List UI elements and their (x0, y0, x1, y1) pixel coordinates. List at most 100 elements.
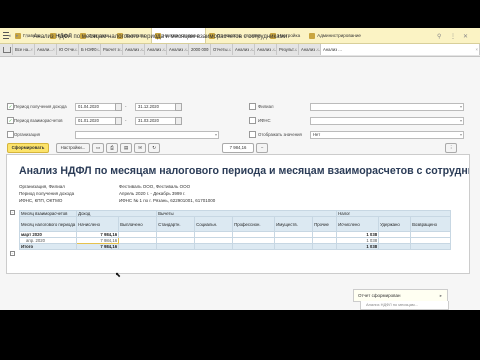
notification-subtext[interactable]: Анализ НДФЛ по месяцам... (360, 301, 449, 310)
window-tab[interactable]: Анализ ... × (123, 44, 145, 55)
branch-checkbox[interactable] (249, 103, 256, 110)
cell[interactable] (194, 243, 234, 250)
show-values-field[interactable]: Нет ▾ (310, 131, 464, 139)
range-dash: - (125, 118, 127, 123)
window-tab[interactable]: Анали... × (35, 44, 57, 55)
row-label: Итого (18, 243, 78, 250)
window-tab[interactable]: Анализ ... × (167, 44, 189, 55)
settlement-to-field[interactable]: 31.03.2020 (135, 117, 177, 125)
income-from-field[interactable]: 01.04.2020 (75, 103, 117, 111)
window-tab[interactable]: Все на... × (13, 44, 35, 55)
ifns-label: ИФНС (258, 118, 271, 123)
sum-minus-button[interactable]: − (256, 143, 268, 153)
column-header: Социальн. (194, 216, 234, 232)
income-to-field[interactable]: 31.12.2020 (135, 103, 177, 111)
window-tab[interactable]: Б НЭФ0... × (79, 44, 101, 55)
open-windows-bar: Все на... × Анали... × Ю Отче... × Б НЭФ0..… (0, 44, 480, 57)
column-header: Возвращено (410, 216, 452, 232)
total-row[interactable]: Итого 7 984,16 1 038 (18, 243, 452, 250)
cell[interactable] (312, 243, 338, 250)
meta-value: Фестиваль ООО, Фестиваль ООО (119, 184, 191, 189)
accrued-cell[interactable]: 7 984,16 (76, 243, 120, 250)
calendar-icon[interactable] (115, 103, 122, 111)
settings-button[interactable]: Настройки... (56, 143, 90, 153)
email-icon[interactable]: ✉ (134, 143, 146, 153)
calendar-icon[interactable] (175, 117, 182, 125)
computed-cell[interactable]: 1 038 (336, 243, 380, 250)
window-tab[interactable]: Анализ ... × (145, 44, 167, 55)
favorite-star-icon[interactable]: ☆ (24, 33, 29, 40)
window-tab[interactable]: Ю Отче... × (57, 44, 79, 55)
organization-checkbox[interactable] (7, 131, 14, 138)
generate-button[interactable]: Сформировать (7, 143, 49, 153)
paid-cell[interactable] (118, 243, 158, 250)
window-tab[interactable]: Результ... × (277, 44, 299, 55)
cell[interactable] (156, 243, 196, 250)
save-icon[interactable]: ▤ (120, 143, 132, 153)
show-values-label: Отображать значения (258, 132, 302, 137)
calendar-icon[interactable] (175, 103, 182, 111)
income-period-label: Период получения дохода (14, 104, 67, 109)
branch-field[interactable]: ▾ (310, 103, 464, 111)
notification-text: Отчет сформирован (358, 293, 401, 298)
more-actions-button[interactable]: ⋮ (445, 143, 457, 153)
window-tab[interactable]: 2000 000 × (189, 44, 211, 55)
window-tab[interactable]: Расчет з... × (101, 44, 123, 55)
window-tab[interactable]: Анализ ... × (299, 44, 321, 55)
meta-value: Апрель 2020 г. - Декабрь 3999 г. (119, 191, 186, 196)
income-period-checkbox[interactable]: ✓ (7, 103, 14, 110)
form-header: ◂ ▸ ☆ Анализ НДФЛ по месяцам налогового … (8, 33, 474, 41)
link-icon[interactable]: ⚲ (437, 33, 441, 40)
meta-label: Период получения дохода (19, 191, 75, 196)
settlement-from-field[interactable]: 01.01.2020 (75, 117, 117, 125)
collapse-icon[interactable]: − (10, 210, 15, 215)
column-header: Начислено (76, 216, 120, 232)
range-dash: - (125, 104, 127, 109)
organization-field[interactable]: ▾ (75, 131, 219, 139)
collapse-icon[interactable]: − (10, 251, 15, 256)
column-header: Профессион. (232, 216, 276, 232)
organization-label: Организация (14, 132, 40, 137)
report-table: Месяц взаиморасчетов Доход Вычеты Налог … (18, 210, 452, 250)
cell[interactable] (274, 243, 314, 250)
variant-button[interactable]: ▭ (92, 143, 104, 153)
settlement-period-checkbox[interactable]: ✓ (7, 117, 14, 124)
home-tab[interactable] (0, 44, 13, 55)
branch-label: Филиал (258, 104, 274, 109)
more-icon[interactable]: ⋮ (450, 33, 456, 40)
form-title: Анализ НДФЛ по месяцам налогового период… (33, 33, 288, 40)
cell[interactable] (378, 243, 412, 250)
chevron-right-icon: ▸ (439, 293, 442, 298)
settlement-period-label: Период взаиморасчетов (14, 118, 63, 123)
column-header: Имуществ. (274, 216, 314, 232)
back-icon[interactable]: ◂ (8, 34, 12, 39)
close-icon[interactable]: ✕ (463, 33, 468, 40)
window-tab[interactable]: Анализ ... × (233, 44, 255, 55)
calendar-icon[interactable] (115, 117, 122, 125)
ifns-checkbox[interactable] (249, 117, 256, 124)
meta-label: Организация, Филиал (19, 184, 65, 189)
column-header: Стандартн. (156, 216, 196, 232)
window-tab[interactable]: Отчеты... × (211, 44, 233, 55)
mouse-cursor-icon: ⬉ (115, 272, 121, 279)
show-values-checkbox[interactable] (249, 131, 256, 138)
header-row-columns: Месяц налогового периода Начислено Выпла… (18, 216, 452, 232)
window-tab-active[interactable]: Анализ ... × (321, 44, 480, 55)
refresh-icon[interactable]: ↻ (148, 143, 160, 153)
print-icon[interactable]: ⎙ (106, 143, 118, 153)
report-title: Анализ НДФЛ по месяцам налогового период… (19, 165, 470, 177)
column-header: Выплачено (118, 216, 158, 232)
sum-field: 7 984,16 (222, 143, 254, 153)
window-tab[interactable]: Анализ ... × (255, 44, 277, 55)
month-tax-period-header: Месяц налогового периода (18, 216, 78, 232)
cell[interactable] (232, 243, 276, 250)
report-document: Анализ НДФЛ по месяцам налогового период… (6, 154, 470, 274)
meta-value: ИФНС № 1 по г. Рязань, 622901001, 617010… (119, 198, 216, 203)
column-header: Удержано (378, 216, 412, 232)
ifns-field[interactable]: ▾ (310, 117, 464, 125)
column-header: Прочие (312, 216, 338, 232)
forward-icon[interactable]: ▸ (16, 34, 20, 39)
meta-label: ИФНС, КПП, ОКТМО (19, 198, 63, 203)
column-header: Исчислено (336, 216, 380, 232)
cell[interactable] (410, 243, 452, 250)
